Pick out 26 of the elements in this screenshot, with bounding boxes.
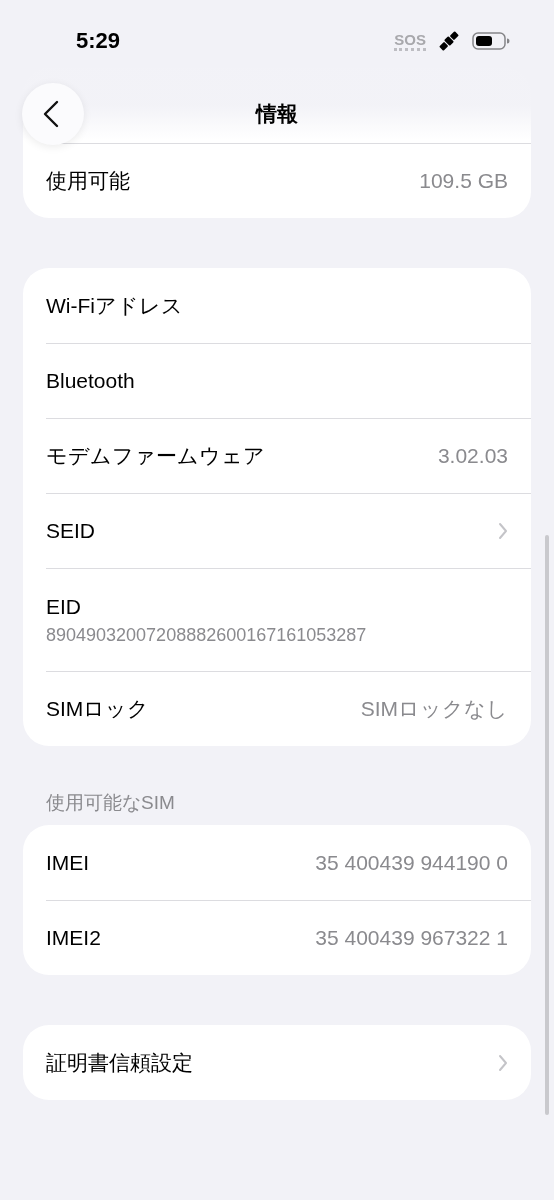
chevron-right-icon [498,522,508,540]
row-value: 3.02.03 [437,444,508,468]
row-label: IMEI [46,850,90,875]
chevron-right-icon [498,1053,508,1072]
row-label: 証明書信頼設定 [46,1049,193,1076]
section-header: 使用可能なSIM [45,791,176,815]
row-label: SIMロック [46,696,150,722]
page-title: 情報 [256,101,298,127]
status-time: 5:29 [76,28,121,54]
row-label: モデムファームウェア [46,443,265,469]
row-value: 35 400439 944190 0 [315,850,508,875]
row-value: 109.5 GB [419,169,508,193]
row-value: SIMロックなし [360,696,508,722]
battery-icon [472,31,510,51]
row-label: Wi-Fiアドレス [46,292,183,319]
chevron-left-icon [43,100,59,128]
row-label: EID [46,594,81,619]
row-label: SEID [46,519,95,543]
row-value: 35 400439 967322 1 [315,926,508,950]
row-label: 使用可能 [46,168,130,194]
row-label: Bluetooth [46,369,135,393]
sos-indicator: SOS [394,31,426,51]
row-label: IMEI2 [46,926,101,950]
row-value: 89049032007208882600167161053287 [46,624,367,646]
settings-row[interactable]: SEID [46,493,531,568]
settings-row[interactable]: 証明書信頼設定 [46,1025,531,1100]
